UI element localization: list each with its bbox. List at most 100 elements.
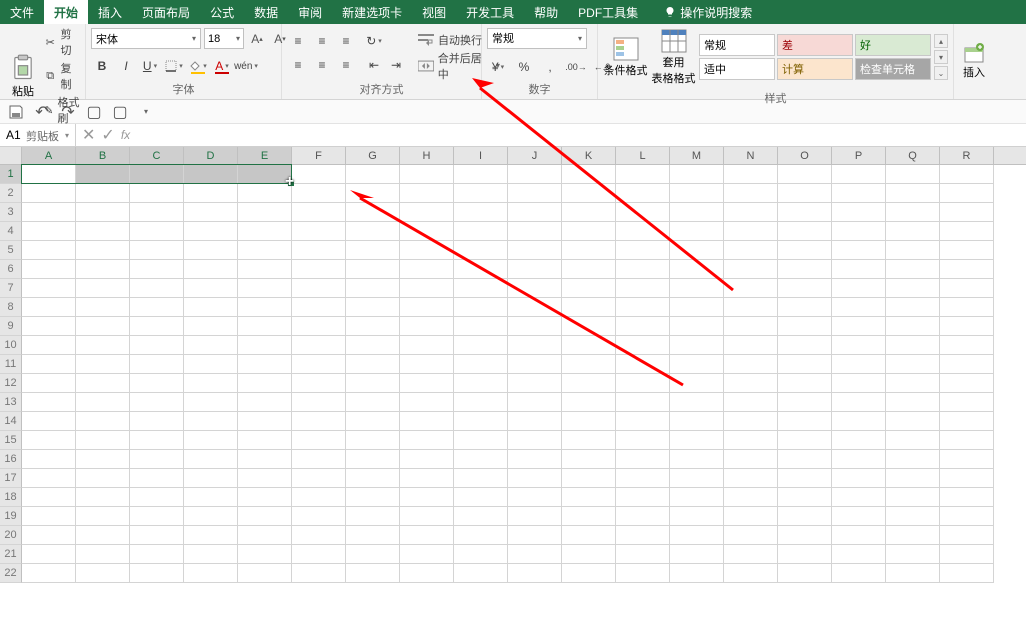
cell-K19[interactable] — [562, 507, 616, 526]
formula-input[interactable] — [136, 124, 1026, 146]
cell-Q14[interactable] — [886, 412, 940, 431]
cell-A13[interactable] — [22, 393, 76, 412]
cell-C18[interactable] — [130, 488, 184, 507]
cell-P2[interactable] — [832, 184, 886, 203]
cell-F18[interactable] — [292, 488, 346, 507]
cell-A19[interactable] — [22, 507, 76, 526]
cell-F12[interactable] — [292, 374, 346, 393]
cell-E22[interactable] — [238, 564, 292, 583]
cell-A11[interactable] — [22, 355, 76, 374]
align-top-button[interactable]: ≡ — [287, 30, 309, 52]
cell-R20[interactable] — [940, 526, 994, 545]
cell-R9[interactable] — [940, 317, 994, 336]
column-header-G[interactable]: G — [346, 147, 400, 164]
cell-M2[interactable] — [670, 184, 724, 203]
cell-R10[interactable] — [940, 336, 994, 355]
cell-O22[interactable] — [778, 564, 832, 583]
column-header-A[interactable]: A — [22, 147, 76, 164]
row-header-18[interactable]: 18 — [0, 488, 22, 507]
cell-A20[interactable] — [22, 526, 76, 545]
cell-I8[interactable] — [454, 298, 508, 317]
cell-L18[interactable] — [616, 488, 670, 507]
cell-M16[interactable] — [670, 450, 724, 469]
cell-L4[interactable] — [616, 222, 670, 241]
cell-P5[interactable] — [832, 241, 886, 260]
cell-C17[interactable] — [130, 469, 184, 488]
cell-A4[interactable] — [22, 222, 76, 241]
cell-E1[interactable] — [238, 165, 292, 184]
row-header-13[interactable]: 13 — [0, 393, 22, 412]
font-size-select[interactable]: 18 ▾ — [204, 28, 244, 49]
cell-A18[interactable] — [22, 488, 76, 507]
cell-Q12[interactable] — [886, 374, 940, 393]
cell-O2[interactable] — [778, 184, 832, 203]
cell-M9[interactable] — [670, 317, 724, 336]
cell-L5[interactable] — [616, 241, 670, 260]
cell-D11[interactable] — [184, 355, 238, 374]
cell-M20[interactable] — [670, 526, 724, 545]
cell-O20[interactable] — [778, 526, 832, 545]
cell-R8[interactable] — [940, 298, 994, 317]
cell-R7[interactable] — [940, 279, 994, 298]
cell-O11[interactable] — [778, 355, 832, 374]
cell-K15[interactable] — [562, 431, 616, 450]
cell-M13[interactable] — [670, 393, 724, 412]
cell-C13[interactable] — [130, 393, 184, 412]
cell-B22[interactable] — [76, 564, 130, 583]
cell-J20[interactable] — [508, 526, 562, 545]
cell-I3[interactable] — [454, 203, 508, 222]
tab-file[interactable]: 文件 — [0, 0, 44, 24]
font-family-select[interactable]: 宋体 ▾ — [91, 28, 201, 49]
column-header-Q[interactable]: Q — [886, 147, 940, 164]
cell-N16[interactable] — [724, 450, 778, 469]
cell-K11[interactable] — [562, 355, 616, 374]
cell-B3[interactable] — [76, 203, 130, 222]
cell-K21[interactable] — [562, 545, 616, 564]
redo-button[interactable]: ↷ — [58, 102, 78, 122]
tab-pdf-tools[interactable]: PDF工具集 — [568, 0, 648, 24]
cell-P7[interactable] — [832, 279, 886, 298]
cell-B5[interactable] — [76, 241, 130, 260]
italic-button[interactable]: I — [115, 55, 137, 77]
cell-M3[interactable] — [670, 203, 724, 222]
cell-G6[interactable] — [346, 260, 400, 279]
cell-G17[interactable] — [346, 469, 400, 488]
cell-Q19[interactable] — [886, 507, 940, 526]
cell-F9[interactable] — [292, 317, 346, 336]
cell-Q11[interactable] — [886, 355, 940, 374]
row-header-8[interactable]: 8 — [0, 298, 22, 317]
cell-N4[interactable] — [724, 222, 778, 241]
cell-E11[interactable] — [238, 355, 292, 374]
cell-J22[interactable] — [508, 564, 562, 583]
row-header-21[interactable]: 21 — [0, 545, 22, 564]
cell-N11[interactable] — [724, 355, 778, 374]
cell-D10[interactable] — [184, 336, 238, 355]
cell-H6[interactable] — [400, 260, 454, 279]
cell-N6[interactable] — [724, 260, 778, 279]
cell-O14[interactable] — [778, 412, 832, 431]
cell-F19[interactable] — [292, 507, 346, 526]
cell-C19[interactable] — [130, 507, 184, 526]
cell-Q21[interactable] — [886, 545, 940, 564]
cell-F6[interactable] — [292, 260, 346, 279]
cell-D21[interactable] — [184, 545, 238, 564]
cell-B8[interactable] — [76, 298, 130, 317]
cell-N7[interactable] — [724, 279, 778, 298]
cell-I4[interactable] — [454, 222, 508, 241]
number-format-select[interactable]: 常规 ▾ — [487, 28, 587, 49]
decrease-indent-button[interactable]: ⇤ — [363, 54, 385, 76]
cell-D22[interactable] — [184, 564, 238, 583]
save-button[interactable] — [6, 102, 26, 122]
column-header-M[interactable]: M — [670, 147, 724, 164]
style-chip-neutral[interactable]: 适中 — [699, 58, 775, 80]
cell-B10[interactable] — [76, 336, 130, 355]
cell-B15[interactable] — [76, 431, 130, 450]
cell-D1[interactable] — [184, 165, 238, 184]
cell-F16[interactable] — [292, 450, 346, 469]
cell-P20[interactable] — [832, 526, 886, 545]
cell-G1[interactable] — [346, 165, 400, 184]
cell-H20[interactable] — [400, 526, 454, 545]
cell-E17[interactable] — [238, 469, 292, 488]
row-header-2[interactable]: 2 — [0, 184, 22, 203]
cell-K18[interactable] — [562, 488, 616, 507]
